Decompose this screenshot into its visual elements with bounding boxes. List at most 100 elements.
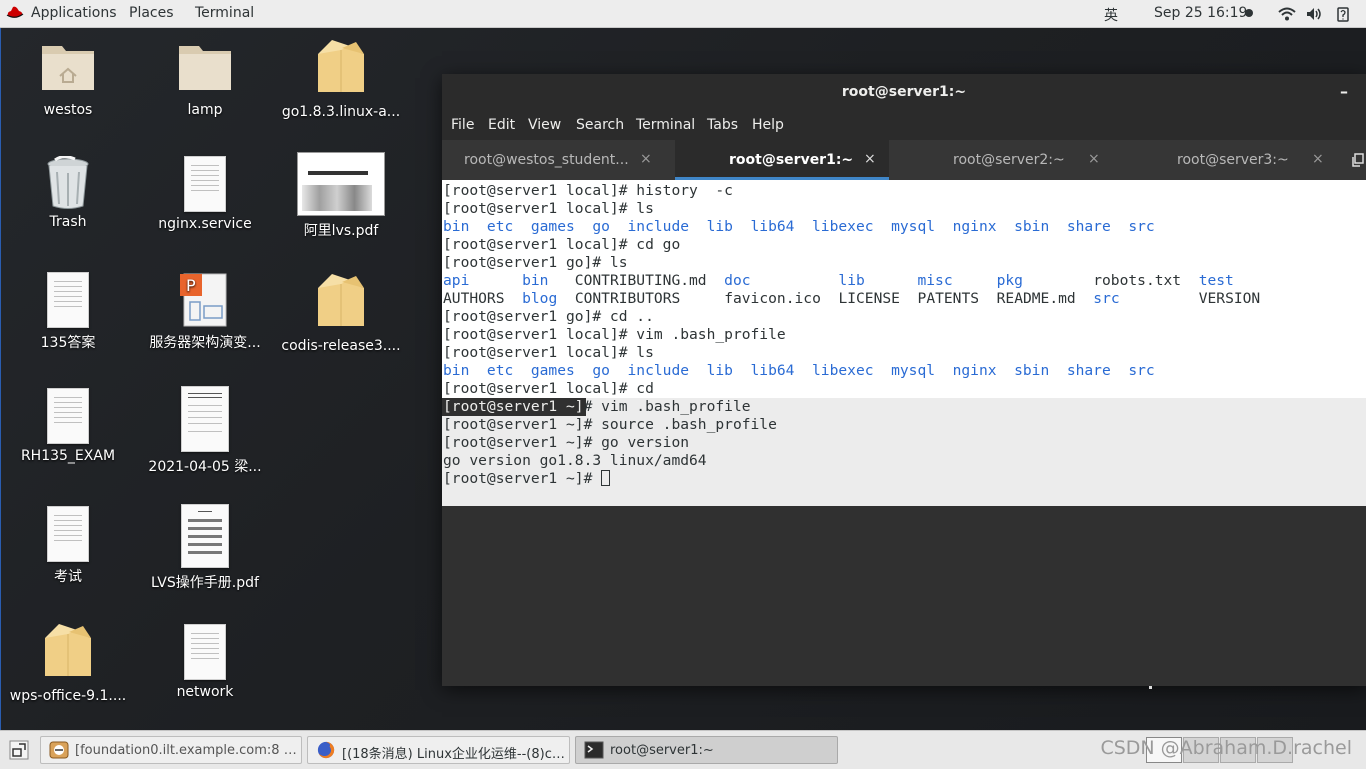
desktop-icon-codis-release[interactable]: codis-release3.... — [276, 270, 406, 354]
tab-server2[interactable]: root@server2:~ × — [889, 140, 1113, 180]
desktop-icon-2021-04-05[interactable]: 2021-04-05 梁... — [140, 386, 270, 476]
desktop-icon-label: 135答案 — [40, 335, 96, 351]
desktop-icon-go-archive[interactable]: go1.8.3.linux-a... — [276, 36, 406, 120]
desktop-icon-trash[interactable]: Trash — [3, 156, 133, 230]
desktop-icon-lvs-manual-pdf[interactable]: LVS操作手册.pdf — [140, 504, 270, 592]
terminal-line: [root@server1 local]# cd go — [443, 236, 681, 253]
pdf-thumbnail-icon — [297, 152, 385, 216]
menu-tabs[interactable]: Tabs — [707, 117, 738, 133]
tab-label: root@westos_student... — [464, 152, 629, 168]
menu-search[interactable]: Search — [576, 117, 624, 133]
menu-help[interactable]: Help — [752, 117, 784, 133]
wifi-icon[interactable] — [1278, 7, 1296, 21]
terminal-line: [root@server1 local]# history -c — [443, 182, 733, 199]
desktop-icon-label: westos — [43, 102, 93, 118]
desktop-icon-westos[interactable]: westos — [3, 38, 133, 118]
applications-menu[interactable]: Applications — [31, 5, 117, 21]
input-method-indicator[interactable]: 英 — [1104, 5, 1118, 25]
desktop-icon-lamp[interactable]: lamp — [140, 38, 270, 118]
redhat-icon[interactable] — [6, 6, 24, 20]
terminal-line: bin etc games go include lib lib64 libex… — [443, 362, 1155, 380]
places-menu[interactable]: Places — [129, 5, 174, 21]
menubar: File Edit View Search Terminal Tabs Help — [442, 112, 1366, 140]
package-icon — [318, 40, 364, 92]
document-icon — [47, 388, 89, 444]
terminal-icon — [584, 741, 604, 759]
menu-terminal[interactable]: Terminal — [636, 117, 695, 133]
taskbar-item-terminal[interactable]: root@server1:~ — [575, 736, 838, 764]
desktop-icon-label: go1.8.3.linux-a... — [281, 104, 401, 120]
tab-overflow-icon[interactable] — [1352, 153, 1364, 167]
minimize-button[interactable]: – — [1340, 82, 1348, 101]
terminal-line: [root@server1 ~]# source .bash_profile — [443, 416, 777, 433]
terminal-line: [root@server1 ~]# vim .bash_profile — [443, 398, 751, 415]
tab-label: root@server2:~ — [953, 152, 1065, 168]
window-title: root@server1:~ — [841, 84, 967, 100]
top-panel: Applications Places Terminal 英 Sep 25 16… — [0, 0, 1366, 28]
presentation-icon: P — [180, 273, 227, 327]
terminal-line: [root@server1 go]# ls — [443, 254, 628, 271]
desktop-icon-nginx-service[interactable]: nginx.service — [140, 156, 270, 232]
tab-westos-student[interactable]: root@westos_student... × — [442, 140, 675, 180]
tab-close-icon[interactable]: × — [1088, 151, 1100, 167]
desktop-icon-label: RH135_EXAM — [20, 448, 116, 464]
desktop-icon-ali-lvs-pdf[interactable]: 阿里lvs.pdf — [276, 152, 406, 240]
ls-output: bin etc games go include lib lib64 libex… — [443, 218, 1155, 235]
desktop-icon-label: 阿里lvs.pdf — [303, 223, 379, 239]
menu-file[interactable]: File — [451, 117, 474, 133]
terminal-prompt-line[interactable]: [root@server1 ~]# — [443, 470, 611, 488]
power-icon[interactable] — [1337, 6, 1349, 22]
terminal-line: api bin CONTRIBUTING.md doc lib misc pkg… — [443, 272, 1234, 289]
desktop-icon-exam[interactable]: 考试 — [3, 506, 133, 586]
document-icon — [184, 624, 226, 680]
desktop-icon-network[interactable]: network — [140, 624, 270, 700]
vnc-icon — [49, 741, 69, 759]
terminal-line: go version go1.8.3 linux/amd64 — [443, 452, 707, 469]
task-label: [(18条消息) Linux企业化运维--(8)co... — [342, 747, 566, 762]
taskbar-item-firefox[interactable]: [(18条消息) Linux企业化运维--(8)co... — [307, 736, 570, 764]
pdf-document-icon — [181, 504, 229, 568]
taskbar-item-vnc[interactable]: [foundation0.ilt.example.com:8 (kios... — [40, 736, 302, 764]
package-icon — [45, 624, 91, 676]
volume-icon[interactable] — [1306, 7, 1322, 21]
package-icon — [318, 274, 364, 326]
desktop-icon-135-answers[interactable]: 135答案 — [3, 272, 133, 352]
menu-view[interactable]: View — [528, 117, 561, 133]
terminal-window[interactable]: root@server1:~ – File Edit View Search T… — [442, 74, 1366, 686]
desktop-icon-label: codis-release3.... — [281, 338, 401, 354]
desktop-icon-wps-office[interactable]: wps-office-9.1.... — [3, 620, 133, 704]
terminal-line: bin etc games go include lib lib64 libex… — [443, 218, 1155, 236]
tab-close-icon[interactable]: × — [864, 151, 876, 167]
tab-label: root@server1:~ — [729, 152, 854, 168]
terminal-line: [root@server1 local]# ls — [443, 200, 654, 217]
desktop-icon-label: Trash — [49, 214, 87, 230]
prompt: [root@server1 ~]# — [443, 470, 602, 487]
terminal-line: [root@server1 local]# vim .bash_profile — [443, 326, 786, 343]
tab-server1[interactable]: root@server1:~ × — [675, 140, 889, 180]
show-desktop-icon[interactable] — [9, 740, 29, 760]
firefox-icon — [317, 741, 335, 759]
tab-server3[interactable]: root@server3:~ × — [1113, 140, 1337, 180]
terminal-line: [root@server1 go]# cd .. — [443, 308, 654, 325]
window-titlebar[interactable]: root@server1:~ – — [442, 74, 1366, 112]
desktop-icon-label: network — [176, 684, 234, 700]
desktop-icon-rh135-exam[interactable]: RH135_EXAM — [3, 388, 133, 464]
home-folder-icon — [42, 46, 94, 90]
tab-label: root@server3:~ — [1177, 152, 1289, 168]
clock[interactable]: Sep 25 16:19 — [1154, 5, 1247, 21]
task-label: root@server1:~ — [610, 743, 714, 758]
csdn-watermark: CSDN @Abraham.D.rachel — [1100, 737, 1352, 759]
svg-text:P: P — [186, 276, 196, 295]
text-cursor — [601, 470, 611, 486]
terminal-screen[interactable]: [root@server1 local]# history -c [root@s… — [442, 180, 1366, 686]
tab-close-icon[interactable]: × — [640, 151, 652, 167]
desktop-icon-label: wps-office-9.1.... — [9, 688, 127, 704]
terminal-line: [root@server1 ~]# go version — [443, 434, 690, 451]
folder-icon — [179, 46, 231, 90]
desktop-icon-server-architecture[interactable]: P 服务器架构演变... — [140, 272, 270, 352]
terminal-menu[interactable]: Terminal — [195, 5, 254, 21]
desktop-icon-label: 考试 — [54, 569, 82, 585]
menu-edit[interactable]: Edit — [488, 117, 515, 133]
tab-close-icon[interactable]: × — [1312, 151, 1324, 167]
terminal-line: [root@server1 local]# ls — [443, 344, 654, 361]
